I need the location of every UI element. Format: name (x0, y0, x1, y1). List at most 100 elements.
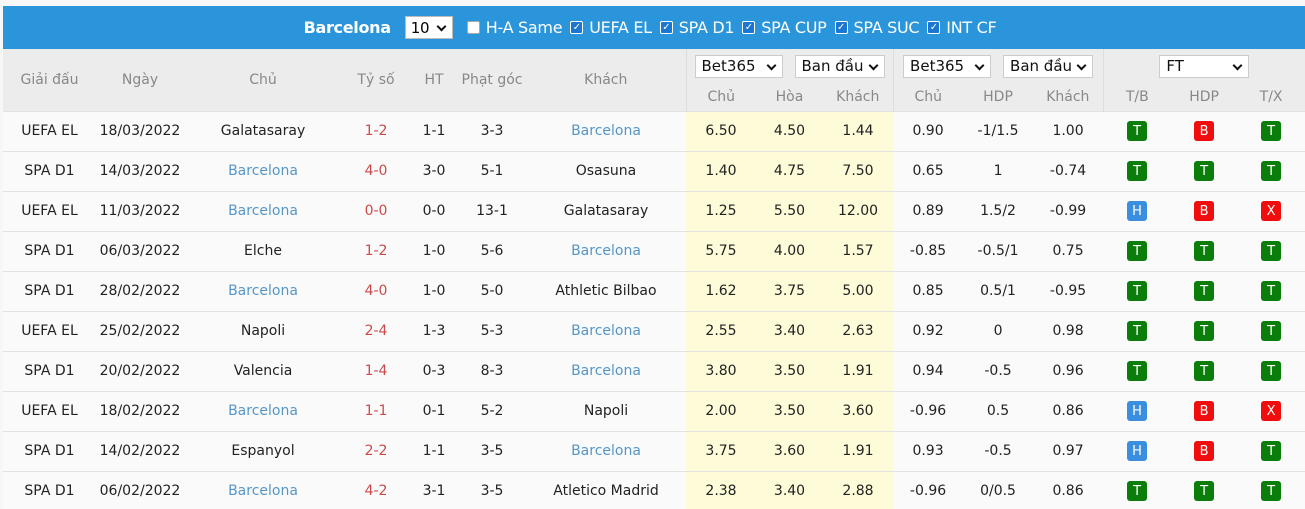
odds2-home-cell: -0.96 (893, 390, 964, 431)
odds2-home-cell: 0.94 (893, 350, 964, 391)
result-tx-cell: T (1237, 110, 1305, 151)
away-team-cell[interactable]: Athletic Bilbao (526, 270, 686, 311)
result-badge: T (1127, 121, 1148, 141)
checkbox-checked-icon[interactable]: ✓ (570, 21, 584, 34)
league-cell: SPA D1 (3, 150, 96, 191)
odds1-home-cell: 1.62 (686, 270, 756, 311)
halftime-cell: 1-1 (410, 110, 458, 151)
league-cell: SPA D1 (3, 350, 96, 391)
result-badge: T (1127, 241, 1148, 261)
result-period-select[interactable]: FT (1159, 54, 1250, 78)
result-badge: T (1261, 161, 1282, 181)
corners-cell: 3-5 (458, 470, 526, 509)
halftime-cell: 1-3 (410, 310, 458, 351)
header-league: Giải đấu (3, 49, 96, 111)
home-team-cell[interactable]: Valencia (184, 350, 342, 391)
halftime-cell: 1-1 (410, 430, 458, 471)
odds2-bookmaker-select[interactable]: Bet365 (903, 54, 992, 78)
checkbox-checked-icon[interactable]: ✓ (742, 21, 756, 34)
result-hdp-cell: B (1171, 190, 1238, 231)
halftime-cell: 1-0 (410, 230, 458, 271)
filter-label: H-A Same (485, 18, 563, 37)
match-count-select[interactable]: 10 (404, 16, 453, 39)
corners-cell: 5-1 (458, 150, 526, 191)
header-result-hdp: HDP (1171, 83, 1238, 111)
odds1-draw-cell: 4.00 (756, 230, 823, 271)
result-badge: T (1194, 241, 1215, 261)
odds1-home-cell: 3.75 (686, 430, 756, 471)
result-tb-cell: H (1103, 390, 1172, 431)
result-tb-cell: T (1103, 110, 1172, 151)
home-team-cell[interactable]: Barcelona (184, 190, 342, 231)
odds2-home-cell: -0.85 (893, 230, 964, 271)
corners-cell: 13-1 (458, 190, 526, 231)
home-team-cell[interactable]: Espanyol (184, 430, 342, 471)
result-badge: T (1127, 481, 1148, 502)
halftime-cell: 0-3 (410, 350, 458, 391)
filter-spa-suc[interactable]: ✓ SPA SUC (834, 18, 920, 37)
checkbox-unchecked-icon[interactable] (466, 21, 480, 34)
odds1-bookmaker-select[interactable]: Bet365 (694, 54, 783, 78)
away-team-cell[interactable]: Barcelona (526, 230, 686, 271)
odds1-away-cell: 5.00 (823, 270, 894, 311)
filter-h-a-same[interactable]: H-A Same (466, 18, 563, 37)
odds1-type-select[interactable]: Ban đầu (794, 54, 885, 78)
result-tb-cell: H (1103, 190, 1172, 231)
team-name: Barcelona (303, 18, 391, 37)
away-team-cell[interactable]: Atletico Madrid (526, 470, 686, 509)
away-team-cell[interactable]: Osasuna (526, 150, 686, 191)
filter-int-cf[interactable]: ✓ INT CF (927, 18, 997, 37)
chevron-down-icon (974, 60, 985, 70)
checkbox-checked-icon[interactable]: ✓ (834, 21, 848, 34)
odds1-draw-cell: 3.50 (756, 350, 823, 391)
date-cell: 06/03/2022 (96, 230, 184, 271)
odds1-draw-cell: 3.50 (756, 390, 823, 431)
filter-uefa-el[interactable]: ✓ UEFA EL (570, 18, 652, 37)
result-tx-cell: T (1237, 270, 1305, 311)
odds2-hdp-cell: -0.5 (963, 430, 1034, 471)
home-team-cell[interactable]: Barcelona (184, 390, 342, 431)
away-team-cell[interactable]: Barcelona (526, 430, 686, 471)
header-result-tx: T/X (1237, 83, 1305, 111)
checkbox-checked-icon[interactable]: ✓ (659, 21, 673, 34)
odds2-away-cell: 0.96 (1033, 350, 1104, 391)
header-corners: Phạt góc (458, 49, 526, 111)
odds2-away-cell: -0.99 (1033, 190, 1104, 231)
odds2-type-select[interactable]: Ban đầu (1003, 54, 1094, 78)
result-badge: T (1261, 281, 1282, 301)
result-tx-cell: X (1237, 190, 1305, 231)
score-cell: 4-2 (342, 470, 410, 509)
away-team-cell[interactable]: Galatasaray (526, 190, 686, 231)
filter-label: INT CF (946, 18, 997, 37)
table-row: UEFA EL 25/02/2022 Napoli 2-4 1-3 5-3 Barcelon… (3, 310, 1305, 351)
score-cell: 4-0 (342, 150, 410, 191)
table-row: SPA D1 28/02/2022 Barcelona 4-0 1-0 5-0 Athlet… (3, 270, 1305, 311)
away-team-cell[interactable]: Barcelona (526, 110, 686, 151)
date-cell: 28/02/2022 (96, 270, 184, 311)
result-badge: T (1127, 321, 1148, 341)
odds1-away-cell: 1.44 (823, 110, 894, 151)
odds1-away-cell: 2.63 (823, 310, 894, 351)
odds1-selects: Bet365 Ban đầu (685, 49, 894, 83)
checkbox-checked-icon[interactable]: ✓ (927, 21, 941, 34)
home-team-cell[interactable]: Barcelona (184, 270, 342, 311)
result-hdp-cell: T (1171, 350, 1238, 391)
home-team-cell[interactable]: Galatasaray (184, 110, 342, 151)
home-team-cell[interactable]: Barcelona (184, 150, 342, 191)
score-cell: 1-2 (342, 110, 410, 151)
header-home: Chủ (184, 49, 342, 111)
away-team-cell[interactable]: Barcelona (526, 350, 686, 391)
home-team-cell[interactable]: Barcelona (184, 470, 342, 509)
filter-spa-d1[interactable]: ✓ SPA D1 (659, 18, 735, 37)
away-team-cell[interactable]: Napoli (526, 390, 686, 431)
match-table: Giải đấu Ngày Chủ Tỷ số HT Phạt góc Khác… (3, 49, 1305, 509)
match-history-panel: Barcelona 10 H-A Same ✓ UEFA EL ✓ SPA D1 ✓ SPA… (3, 6, 1305, 509)
home-team-cell[interactable]: Elche (184, 230, 342, 271)
home-team-cell[interactable]: Napoli (184, 310, 342, 351)
result-hdp-cell: B (1171, 390, 1238, 431)
filter-spa-cup[interactable]: ✓ SPA CUP (742, 18, 827, 37)
away-team-cell[interactable]: Barcelona (526, 310, 686, 351)
halftime-cell: 0-1 (410, 390, 458, 431)
result-tb-cell: T (1103, 350, 1172, 391)
corners-cell: 5-0 (458, 270, 526, 311)
